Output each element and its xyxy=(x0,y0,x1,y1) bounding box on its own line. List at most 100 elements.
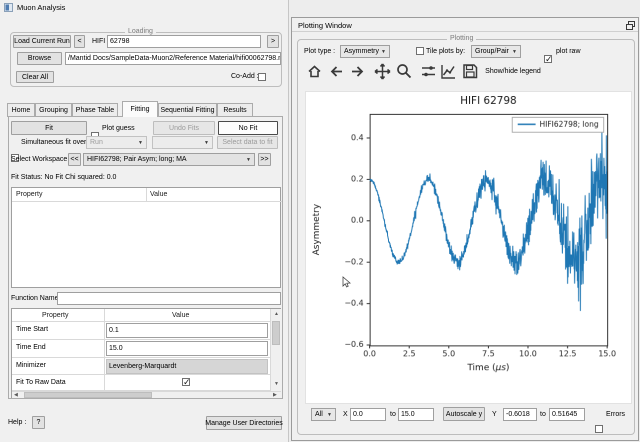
toolbar-home-button[interactable] xyxy=(307,64,322,79)
fit-to-raw-data-checkbox[interactable] xyxy=(182,378,190,386)
help-button[interactable]: ? xyxy=(32,416,45,429)
time-start-input[interactable]: 0.1 xyxy=(106,323,268,338)
toolbar-save-button[interactable] xyxy=(462,63,478,79)
manage-user-directories-button[interactable]: Manage User Directories xyxy=(206,416,282,430)
fit-over-secondary-dropdown[interactable]: ▼ xyxy=(152,136,213,149)
scrollbar-thumb[interactable] xyxy=(24,392,152,398)
tile-plots-checkbox[interactable] xyxy=(416,47,424,55)
errors-label: Errors xyxy=(606,411,625,418)
app-icon xyxy=(4,3,13,12)
run-number-input[interactable]: 62798 xyxy=(107,35,261,48)
to-label: to xyxy=(540,411,546,418)
settings-horizontal-scrollbar[interactable]: ◀ ▶ xyxy=(12,391,281,398)
fit-over-value: Run xyxy=(90,139,103,146)
plotting-group-label: Plotting xyxy=(447,35,476,42)
curve-scope-dropdown[interactable]: All ▼ xyxy=(311,408,336,421)
errors-checkbox[interactable] xyxy=(595,425,603,433)
settings-row-property: Time End xyxy=(16,344,46,351)
y-max-input[interactable]: 0.51645 xyxy=(549,408,585,421)
fit-button[interactable]: Fit xyxy=(11,121,87,135)
loading-group-label: Loading xyxy=(125,28,156,35)
settings-vertical-scrollbar[interactable]: ▲ ▼ xyxy=(270,309,281,391)
fit-table-header-property: Property xyxy=(16,191,42,198)
clear-all-button[interactable]: Clear All xyxy=(16,71,54,83)
tab-fitting[interactable]: Fitting xyxy=(122,101,158,117)
tab-phase-table[interactable]: Phase Table xyxy=(72,103,118,117)
workspace-value: HIFI62798; Pair Asym; long; MA xyxy=(87,156,187,163)
settings-header-property: Property xyxy=(42,312,68,319)
settings-header-value: Value xyxy=(172,312,189,319)
no-fit-button[interactable]: No Fit xyxy=(218,121,278,135)
scope-value: All xyxy=(315,411,323,418)
tile-by-value: Group/Pair xyxy=(475,48,509,55)
next-workspace-button[interactable]: >> xyxy=(258,153,271,166)
titlebar-divider xyxy=(292,31,638,32)
tab-grouping[interactable]: Grouping xyxy=(35,103,72,117)
tile-by-dropdown[interactable]: Group/Pair ▼ xyxy=(471,45,521,58)
window-title: Muon Analysis xyxy=(17,3,65,12)
tab-results[interactable]: Results xyxy=(217,103,253,117)
help-label: Help : xyxy=(8,419,26,426)
fit-table-header-value: Value xyxy=(150,191,167,198)
scroll-left-icon[interactable]: ◀ xyxy=(14,393,18,398)
window-title: Plotting Window xyxy=(298,21,352,30)
time-end-input[interactable]: 15.0 xyxy=(106,341,268,356)
header-divider xyxy=(12,321,270,322)
row-divider xyxy=(12,357,270,358)
minimizer-dropdown[interactable]: Levenberg-Marquardt xyxy=(106,359,268,374)
sliders-icon xyxy=(421,64,436,79)
toolbar-back-button[interactable] xyxy=(329,64,344,79)
co-add-label: Co-Add : xyxy=(231,73,259,80)
browse-button[interactable]: Browse xyxy=(17,52,62,65)
float-window-icon[interactable] xyxy=(626,21,635,30)
chevron-down-icon: ▼ xyxy=(138,140,143,146)
plot-raw-label: plot raw xyxy=(556,48,581,55)
fit-over-dropdown[interactable]: Run ▼ xyxy=(86,136,147,149)
plot-raw-checkbox[interactable] xyxy=(544,55,552,63)
x-min-input[interactable]: 0.0 xyxy=(350,408,386,421)
line-chart-icon xyxy=(440,63,457,80)
settings-row-property: Time Start xyxy=(16,326,48,333)
scroll-up-icon[interactable]: ▲ xyxy=(274,312,279,317)
previous-run-button[interactable]: < xyxy=(74,35,85,48)
function-name-input[interactable] xyxy=(57,292,281,305)
mouse-cursor xyxy=(342,276,351,288)
toolbar-customize-button[interactable] xyxy=(440,63,457,80)
toolbar-pan-button[interactable] xyxy=(374,63,391,80)
scrollbar-thumb[interactable] xyxy=(272,321,280,345)
tab-sequential-fitting[interactable]: Sequential Fitting xyxy=(158,103,217,117)
toolbar-zoom-button[interactable] xyxy=(396,63,412,79)
arrow-left-icon xyxy=(329,64,344,79)
file-path-field[interactable]: /Mantid Docs/SampleData-Muon2/Reference … xyxy=(65,52,281,65)
plot-type-value: Asymmetry xyxy=(344,48,379,55)
x-range-label: X xyxy=(343,411,348,418)
instrument-label: HIFI xyxy=(92,38,105,45)
load-current-run-button[interactable]: Load Current Run xyxy=(13,35,71,48)
muon-analysis-window: Muon Analysis Loading Load Current Run <… xyxy=(0,0,289,442)
previous-workspace-button[interactable]: << xyxy=(68,153,81,166)
to-label: to xyxy=(390,411,396,418)
toolbar-forward-button[interactable] xyxy=(350,64,365,79)
next-run-button[interactable]: > xyxy=(267,35,279,48)
select-workspace-label: Select Workspace xyxy=(11,156,67,163)
chevron-down-icon: ▼ xyxy=(327,412,332,418)
show-hide-legend-button[interactable]: Show/hide legend xyxy=(482,64,544,78)
tab-home[interactable]: Home xyxy=(7,103,35,117)
toolbar-subplots-button[interactable] xyxy=(421,64,436,79)
scroll-right-icon[interactable]: ▶ xyxy=(273,393,277,398)
autoscale-y-button[interactable]: Autoscale y xyxy=(443,407,485,421)
plot-type-dropdown[interactable]: Asymmetry ▼ xyxy=(340,45,390,58)
home-icon xyxy=(307,64,322,79)
chevron-down-icon: ▼ xyxy=(246,157,251,163)
undo-fits-button[interactable]: Undo Fits xyxy=(153,121,215,135)
plot-canvas[interactable] xyxy=(305,91,632,404)
workspace-dropdown[interactable]: HIFI62798; Pair Asym; long; MA ▼ xyxy=(83,153,255,166)
chevron-down-icon: ▼ xyxy=(204,140,209,146)
fit-status-text: Fit Status: No Fit Chi squared: 0.0 xyxy=(11,174,116,181)
x-max-input[interactable]: 15.0 xyxy=(398,408,434,421)
y-min-input[interactable]: -0.6018 xyxy=(503,408,537,421)
select-data-to-fit-button[interactable]: Select data to fit xyxy=(217,136,278,149)
plot-type-label: Plot type : xyxy=(304,48,335,55)
scroll-down-icon[interactable]: ▼ xyxy=(274,382,279,387)
co-add-checkbox[interactable] xyxy=(258,73,266,81)
